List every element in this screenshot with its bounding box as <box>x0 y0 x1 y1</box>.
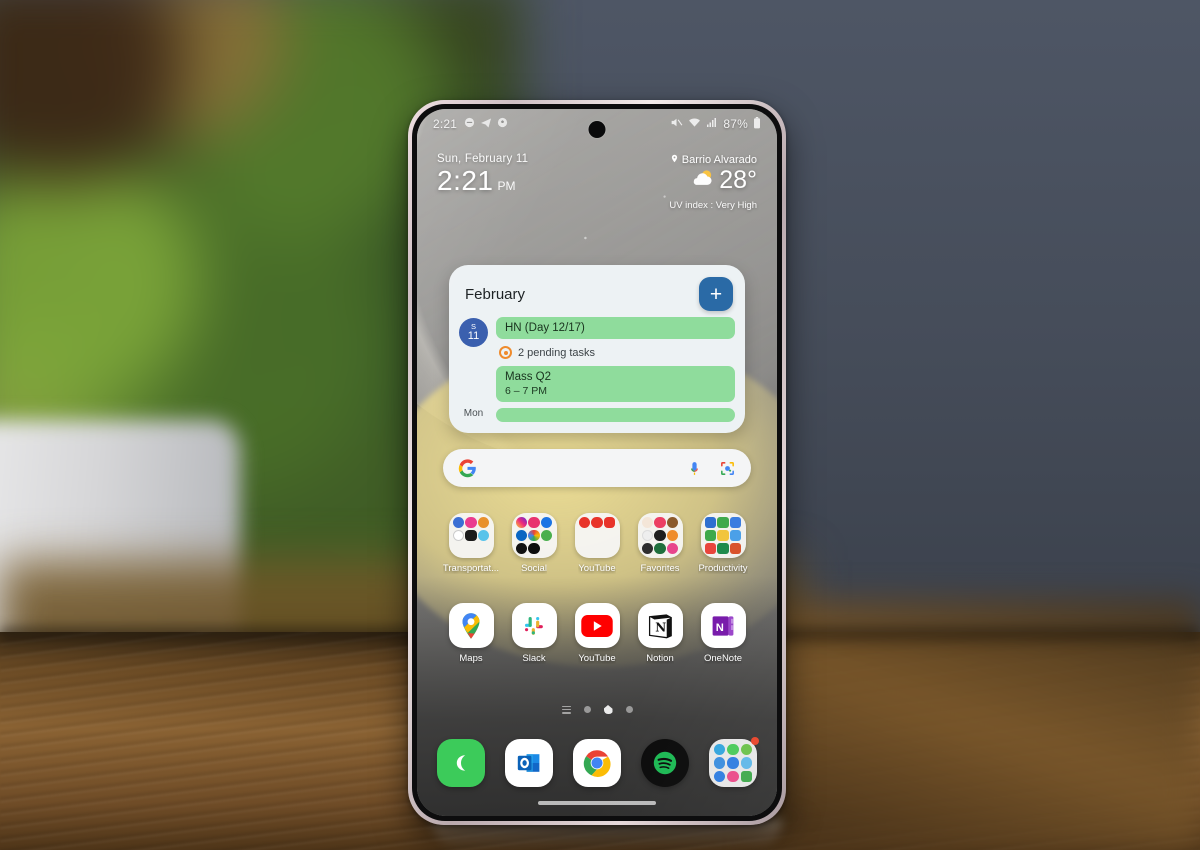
location-label: Barrio Alvarado <box>681 154 757 166</box>
app-label: Maps <box>459 653 483 664</box>
onenote-icon: N <box>700 603 746 648</box>
time-label: 2:21 <box>437 165 494 196</box>
home-info-row: Sun, February 11 2:21 PM Barrio Alvarado <box>417 153 777 211</box>
folder-label: Transportat... <box>442 563 500 574</box>
telegram-icon <box>480 117 492 132</box>
google-g-icon <box>458 458 477 478</box>
home-app-row: Maps Slack YouTube N Notion N OneNote <box>437 603 757 664</box>
dock-spotify[interactable] <box>641 739 689 787</box>
slack-icon <box>511 603 557 648</box>
clock-widget[interactable]: Sun, February 11 2:21 PM <box>437 153 528 195</box>
status-clock: 2:21 <box>433 117 458 131</box>
spotify-icon <box>641 739 689 787</box>
event-title: HN (Day 12/17) <box>505 322 585 334</box>
mute-badge-icon <box>464 117 475 131</box>
folder-label: Productivity <box>698 563 748 574</box>
calendar-day-chip[interactable]: S 11 <box>459 318 488 347</box>
youtube-icon <box>574 603 620 648</box>
dock <box>431 737 763 787</box>
calendar-event-item[interactable]: Mass Q2 6 – 7 PM <box>496 366 735 402</box>
app-notion[interactable]: N Notion <box>632 603 688 664</box>
gesture-nav-bar[interactable] <box>538 801 656 805</box>
google-search-bar[interactable] <box>443 449 751 487</box>
folder-icon <box>511 513 557 558</box>
football-icon <box>497 117 508 131</box>
ampm-label: PM <box>497 179 516 193</box>
battery-icon <box>753 116 761 132</box>
outlook-icon <box>505 739 553 787</box>
task-circle-icon <box>499 346 512 359</box>
add-event-button[interactable]: + <box>699 277 733 311</box>
folder-icon <box>637 513 683 558</box>
pending-tasks-label: 2 pending tasks <box>518 346 596 359</box>
wifi-icon <box>688 116 701 132</box>
dock-chrome[interactable] <box>573 739 621 787</box>
pending-tasks-row[interactable]: 2 pending tasks <box>496 345 735 366</box>
app-label: Slack <box>522 653 546 664</box>
google-lens-icon[interactable] <box>719 460 736 477</box>
app-maps[interactable]: Maps <box>443 603 499 664</box>
notion-icon: N <box>637 603 683 648</box>
calendar-next-day-label: Mon <box>463 408 484 419</box>
location-pin-icon <box>670 153 679 167</box>
partly-cloudy-icon <box>689 168 715 193</box>
weather-widget[interactable]: Barrio Alvarado 28° UV index : Very High <box>669 153 757 211</box>
calendar-month-label: February <box>465 285 526 303</box>
battery-percent-label: 87% <box>723 117 748 131</box>
app-label: Notion <box>646 653 674 664</box>
app-onenote[interactable]: N OneNote <box>695 603 751 664</box>
calendar-event-item-partial[interactable] <box>496 408 735 422</box>
folder-favorites[interactable]: Favorites <box>632 513 688 574</box>
app-slack[interactable]: Slack <box>506 603 562 664</box>
folder-productivity[interactable]: Productivity <box>695 513 751 574</box>
microphone-icon[interactable] <box>686 460 703 477</box>
dock-messaging-folder[interactable] <box>709 737 759 787</box>
signal-icon <box>706 117 718 132</box>
date-label: Sun, February 11 <box>437 153 529 165</box>
folder-icon <box>700 513 746 558</box>
page-indicator[interactable] <box>417 705 777 714</box>
front-camera-punch-hole <box>588 121 606 138</box>
volume-mute-icon <box>670 116 683 132</box>
phone-icon <box>437 739 485 787</box>
calendar-day-label: 11 <box>467 329 480 342</box>
dock-phone[interactable] <box>437 739 485 787</box>
app-label: YouTube <box>578 653 616 664</box>
folder-label: Social <box>521 563 547 574</box>
app-youtube[interactable]: YouTube <box>569 603 625 664</box>
chrome-icon <box>573 739 621 787</box>
home-folder-row: Transportat... Social YouTube Favorites … <box>437 513 757 574</box>
dock-outlook[interactable] <box>505 739 553 787</box>
page-dot[interactable] <box>583 706 591 713</box>
phone-device: 2:21 87% Sun, February 11 2:21 PM Barrio… <box>408 100 786 825</box>
app-label: OneNote <box>703 653 743 664</box>
event-time: 6 – 7 PM <box>505 385 548 397</box>
folder-youtube[interactable]: YouTube <box>569 513 625 574</box>
svg-text:N: N <box>655 620 666 634</box>
notification-badge <box>751 737 759 745</box>
uv-index-label: UV index : Very High <box>669 200 757 211</box>
list-icon[interactable] <box>561 705 571 714</box>
folder-social[interactable]: Social <box>506 513 562 574</box>
calendar-event-item[interactable]: HN (Day 12/17) <box>496 317 735 339</box>
event-title: Mass Q2 <box>505 371 552 383</box>
folder-icon <box>574 513 620 558</box>
folder-label: Favorites <box>640 563 680 574</box>
home-icon[interactable] <box>603 705 613 714</box>
folder-icon <box>448 513 494 558</box>
folder-transportation[interactable]: Transportat... <box>443 513 499 574</box>
folder-icon <box>709 739 757 787</box>
svg-text:N: N <box>716 621 724 633</box>
page-dot[interactable] <box>625 706 633 713</box>
folder-label: YouTube <box>578 563 616 574</box>
temperature-label: 28° <box>719 166 757 194</box>
google-maps-icon <box>448 603 494 648</box>
phone-bezel: 2:21 87% Sun, February 11 2:21 PM Barrio… <box>412 104 782 821</box>
calendar-widget[interactable]: February + S 11 HN (Day 12/17) 2 pending… <box>449 265 745 433</box>
phone-screen[interactable]: 2:21 87% Sun, February 11 2:21 PM Barrio… <box>417 109 777 816</box>
